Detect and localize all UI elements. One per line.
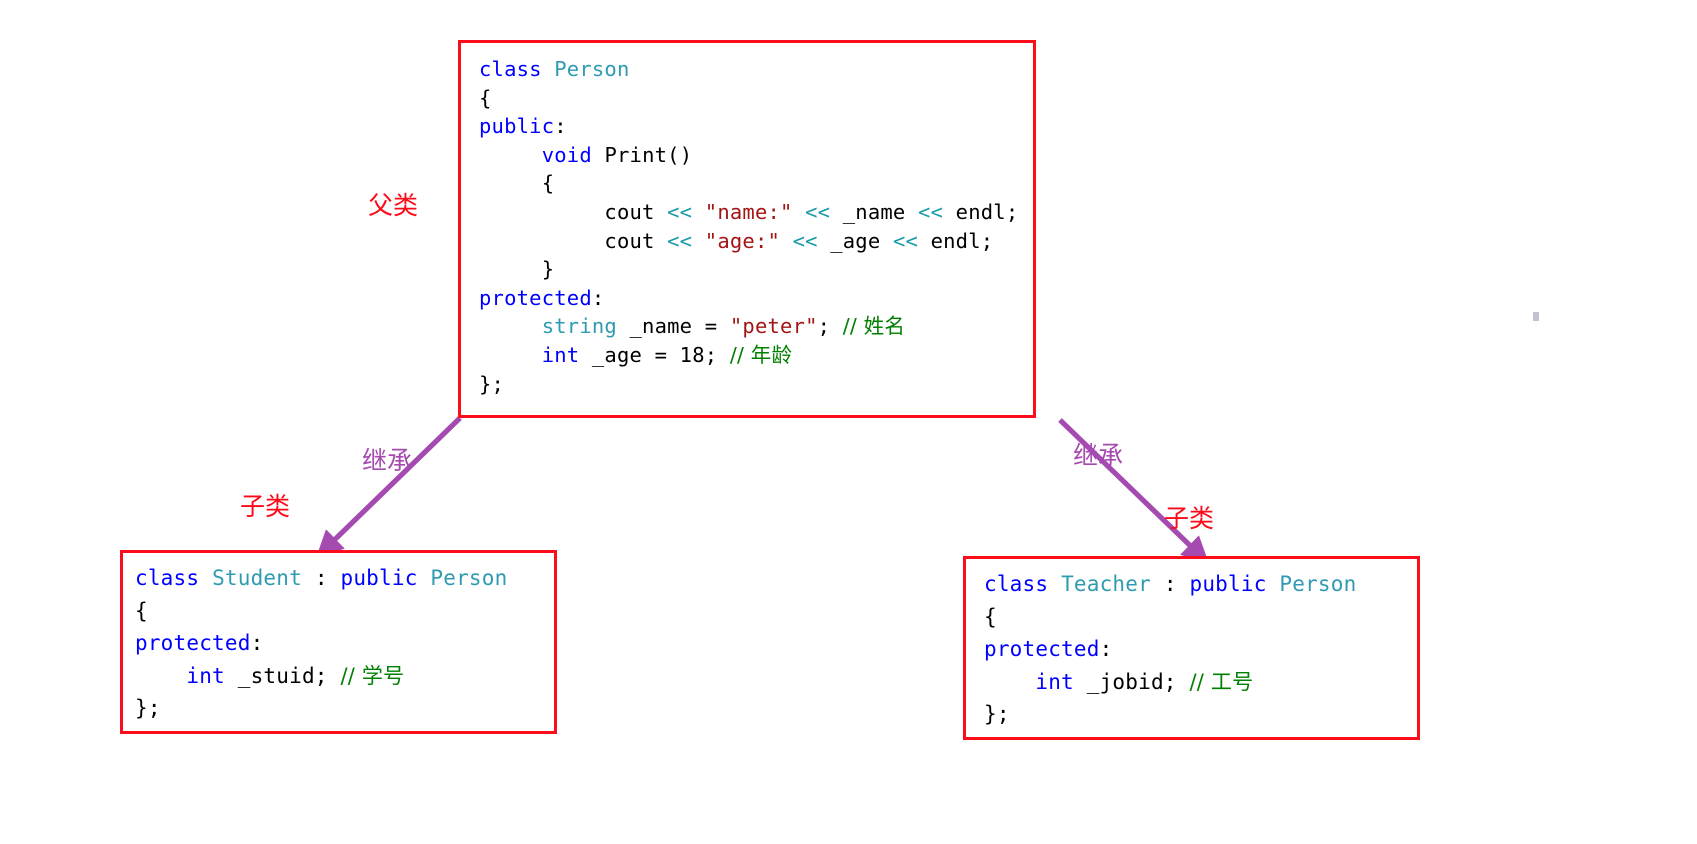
code-token: endl;	[918, 228, 994, 253]
code-token: ;	[817, 314, 843, 339]
code-token: cout	[479, 199, 668, 224]
code-line: string _name = "peter"; // 姓名	[479, 312, 1033, 341]
code-token: <<	[918, 199, 944, 224]
code-token: _name	[830, 199, 919, 224]
code-token: "age:"	[692, 228, 781, 253]
code-token: {	[984, 604, 997, 629]
code-line: protected:	[135, 627, 554, 660]
code-token: protected	[479, 285, 592, 310]
code-token: _stuid;	[237, 663, 341, 688]
code-token: int	[186, 663, 238, 688]
code-token: <<	[892, 228, 919, 253]
code-token: "name:"	[692, 199, 793, 224]
code-line: protected:	[984, 633, 1417, 666]
code-token: class	[479, 57, 555, 81]
student-class-box: class Student : public Person { protected:…	[120, 550, 557, 734]
code-token: // 工号	[1189, 669, 1254, 694]
code-line: int _stuid; // 学号	[135, 660, 554, 693]
code-line: cout << "name:" << _name << endl;	[479, 198, 1033, 227]
code-token: class	[135, 566, 213, 590]
code-token: int	[541, 342, 592, 367]
code-token: _name =	[629, 314, 730, 339]
code-line: cout << "age:" << _age << endl;	[479, 227, 1033, 256]
code-token: Person	[1279, 572, 1357, 596]
code-line: void Print()	[479, 141, 1033, 170]
code-token: };	[984, 702, 1010, 726]
code-token: cout	[479, 228, 668, 253]
code-token: _age	[817, 228, 893, 253]
code-token: <<	[780, 228, 818, 253]
code-token: "peter"	[729, 314, 818, 339]
code-token: protected	[135, 631, 251, 655]
code-token: Print()	[604, 142, 693, 167]
code-token: // 姓名	[842, 314, 906, 339]
code-token: protected	[984, 637, 1100, 661]
code-token: class	[984, 572, 1062, 596]
code-token: {	[479, 171, 555, 196]
code-token: Person	[554, 57, 630, 81]
code-line: class Person	[479, 55, 1033, 84]
code-token: <<	[667, 199, 693, 224]
arrow-to-student	[316, 416, 462, 558]
code-token: // 年龄	[729, 342, 793, 367]
code-token: :	[1099, 637, 1113, 661]
inheritance-label-teacher: 继承	[1073, 441, 1124, 470]
code-token: _jobid;	[1086, 669, 1190, 694]
code-line: {	[479, 169, 1033, 198]
child-class-label-teacher: 子类	[1164, 504, 1215, 533]
code-line: int _jobid; // 工号	[984, 666, 1417, 699]
code-token: :	[554, 114, 567, 139]
code-token: Student	[212, 566, 315, 590]
code-token: :	[314, 566, 341, 590]
code-token: :	[250, 631, 264, 655]
code-token: }	[479, 257, 555, 282]
code-token: _age = 18;	[591, 342, 730, 367]
code-line: };	[479, 370, 1033, 399]
inheritance-label-student: 继承	[362, 446, 413, 475]
code-token: <<	[792, 199, 831, 224]
code-token: void	[541, 142, 605, 167]
diagram-canvas: class Person{public: void Print() { cout…	[0, 0, 1697, 844]
code-line: int _age = 18; // 年龄	[479, 341, 1033, 370]
code-token: // 学号	[340, 663, 405, 688]
code-token: public	[340, 566, 431, 590]
code-token: {	[135, 598, 148, 623]
code-line: public:	[479, 112, 1033, 141]
code-line: }	[479, 255, 1033, 284]
parent-class-label: 父类	[368, 191, 419, 220]
code-token: :	[591, 285, 605, 310]
code-token: endl;	[943, 199, 1019, 224]
person-class-box: class Person{public: void Print() { cout…	[458, 40, 1036, 418]
code-token: public	[1189, 572, 1280, 596]
code-token: string	[541, 314, 630, 339]
code-line: {	[479, 84, 1033, 113]
code-token: };	[479, 371, 505, 396]
code-token: <<	[667, 228, 693, 253]
child-class-label-student: 子类	[240, 492, 291, 521]
code-line: protected:	[479, 284, 1033, 313]
code-token: public	[479, 114, 555, 139]
code-line: class Teacher : public Person	[984, 568, 1417, 601]
code-token: {	[479, 85, 492, 110]
code-token: };	[135, 696, 161, 720]
code-line: {	[984, 601, 1417, 634]
code-line: class Student : public Person	[135, 562, 554, 595]
code-token: int	[1035, 669, 1087, 694]
edge-artifact	[1533, 312, 1539, 321]
code-line: {	[135, 595, 554, 628]
code-line: };	[135, 692, 554, 725]
code-token: Person	[430, 566, 508, 590]
code-token: Teacher	[1061, 572, 1164, 596]
code-token: :	[1163, 572, 1190, 596]
teacher-class-box: class Teacher : public Person { protected:…	[963, 556, 1420, 740]
code-line: };	[984, 698, 1417, 731]
